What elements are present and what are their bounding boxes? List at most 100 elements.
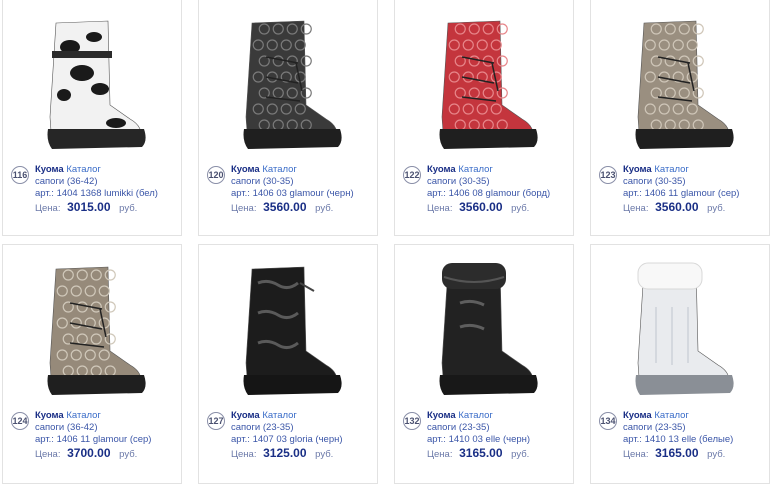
product-size: (23-35) xyxy=(458,422,490,433)
article-value: 1406 03 glamour (черн) xyxy=(252,188,354,199)
currency-label: руб. xyxy=(119,449,138,460)
product-info: 124 Куома Каталог сапоги (36-42) арт.: 1… xyxy=(11,408,181,461)
product-number-badge: 127 xyxy=(207,412,225,430)
article-value: 1407 03 gloria (черн) xyxy=(252,434,343,445)
currency-label: руб. xyxy=(707,449,726,460)
article-label: арт.: xyxy=(623,188,642,199)
product-image[interactable] xyxy=(3,0,181,157)
product-type: сапоги xyxy=(427,176,457,187)
product-size: (36-42) xyxy=(66,176,98,187)
product-card[interactable]: 134 Куома Каталог сапоги (23-35) арт.: 1… xyxy=(590,244,770,484)
product-type: сапоги xyxy=(427,422,457,433)
product-number-badge: 132 xyxy=(403,412,421,430)
currency-label: руб. xyxy=(315,449,334,460)
product-image[interactable] xyxy=(199,0,377,157)
brand-link[interactable]: Куома xyxy=(427,164,456,175)
price-label: Цена: xyxy=(35,203,61,214)
article-value: 1406 11 glamour (сер) xyxy=(56,434,152,445)
article-value: 1410 03 elle (черн) xyxy=(448,434,531,445)
brand-link[interactable]: Куома xyxy=(35,410,64,421)
catalog-link[interactable]: Каталог xyxy=(66,410,101,421)
product-card[interactable]: 127 Куома Каталог сапоги (23-35) арт.: 1… xyxy=(198,244,378,484)
catalog-link[interactable]: Каталог xyxy=(458,164,493,175)
product-image[interactable] xyxy=(591,245,769,403)
product-type: сапоги xyxy=(231,422,261,433)
product-size: (23-35) xyxy=(262,422,294,433)
product-info: 123 Куома Каталог сапоги (30-35) арт.: 1… xyxy=(599,162,769,215)
product-card[interactable]: 116 Куома Каталог сапоги (36-42) арт.: 1… xyxy=(2,0,182,236)
article-label: арт.: xyxy=(231,434,250,445)
product-image[interactable] xyxy=(395,245,573,403)
product-card[interactable]: 124 Куома Каталог сапоги (36-42) арт.: 1… xyxy=(2,244,182,484)
product-size: (30-35) xyxy=(262,176,294,187)
currency-label: руб. xyxy=(511,203,530,214)
price-value: 3560.00 xyxy=(459,200,503,214)
product-size: (36-42) xyxy=(66,422,98,433)
catalog-link[interactable]: Каталог xyxy=(654,410,689,421)
article-value: 1410 13 elle (белые) xyxy=(644,434,734,445)
product-type: сапоги xyxy=(231,176,261,187)
catalog-link[interactable]: Каталог xyxy=(262,410,297,421)
product-card[interactable]: 122 Куома Каталог сапоги (30-35) арт.: 1… xyxy=(394,0,574,236)
product-image[interactable] xyxy=(3,245,181,403)
product-number-badge: 116 xyxy=(11,166,29,184)
product-number-badge: 120 xyxy=(207,166,225,184)
brand-link[interactable]: Куома xyxy=(231,164,260,175)
catalog-link[interactable]: Каталог xyxy=(654,164,689,175)
product-info: 127 Куома Каталог сапоги (23-35) арт.: 1… xyxy=(207,408,377,461)
price-value: 3125.00 xyxy=(263,446,307,460)
article-label: арт.: xyxy=(623,434,642,445)
brand-link[interactable]: Куома xyxy=(35,164,64,175)
brand-link[interactable]: Куома xyxy=(231,410,260,421)
catalog-link[interactable]: Каталог xyxy=(458,410,493,421)
product-type: сапоги xyxy=(623,176,653,187)
price-label: Цена: xyxy=(427,449,453,460)
product-number-badge: 123 xyxy=(599,166,617,184)
product-card[interactable]: 123 Куома Каталог сапоги (30-35) арт.: 1… xyxy=(590,0,770,236)
product-number-badge: 134 xyxy=(599,412,617,430)
price-label: Цена: xyxy=(623,203,649,214)
product-info: 116 Куома Каталог сапоги (36-42) арт.: 1… xyxy=(11,162,181,215)
article-label: арт.: xyxy=(35,188,54,199)
product-card[interactable]: 132 Куома Каталог сапоги (23-35) арт.: 1… xyxy=(394,244,574,484)
product-image[interactable] xyxy=(199,245,377,403)
product-info: 132 Куома Каталог сапоги (23-35) арт.: 1… xyxy=(403,408,573,461)
product-type: сапоги xyxy=(35,176,65,187)
product-info: 134 Куома Каталог сапоги (23-35) арт.: 1… xyxy=(599,408,769,461)
price-value: 3560.00 xyxy=(263,200,307,214)
currency-label: руб. xyxy=(315,203,334,214)
price-label: Цена: xyxy=(231,203,257,214)
price-label: Цена: xyxy=(623,449,649,460)
product-image[interactable] xyxy=(591,0,769,157)
price-label: Цена: xyxy=(35,449,61,460)
brand-link[interactable]: Куома xyxy=(623,164,652,175)
catalog-link[interactable]: Каталог xyxy=(66,164,101,175)
currency-label: руб. xyxy=(119,203,138,214)
product-type: сапоги xyxy=(623,422,653,433)
price-value: 3165.00 xyxy=(655,446,699,460)
product-info: 120 Куома Каталог сапоги (30-35) арт.: 1… xyxy=(207,162,377,215)
price-value: 3165.00 xyxy=(459,446,503,460)
currency-label: руб. xyxy=(511,449,530,460)
product-card[interactable]: 120 Куома Каталог сапоги (30-35) арт.: 1… xyxy=(198,0,378,236)
article-label: арт.: xyxy=(231,188,250,199)
catalog-link[interactable]: Каталог xyxy=(262,164,297,175)
product-size: (23-35) xyxy=(654,422,686,433)
brand-link[interactable]: Куома xyxy=(623,410,652,421)
product-size: (30-35) xyxy=(458,176,490,187)
product-grid: 116 Куома Каталог сапоги (36-42) арт.: 1… xyxy=(0,0,770,484)
product-size: (30-35) xyxy=(654,176,686,187)
article-value: 1406 08 glamour (борд) xyxy=(448,188,551,199)
product-image[interactable] xyxy=(395,0,573,157)
price-label: Цена: xyxy=(231,449,257,460)
brand-link[interactable]: Куома xyxy=(427,410,456,421)
article-value: 1404 1368 lumikki (бел) xyxy=(56,188,158,199)
product-number-badge: 122 xyxy=(403,166,421,184)
currency-label: руб. xyxy=(707,203,726,214)
product-type: сапоги xyxy=(35,422,65,433)
product-info: 122 Куома Каталог сапоги (30-35) арт.: 1… xyxy=(403,162,573,215)
article-label: арт.: xyxy=(35,434,54,445)
price-value: 3560.00 xyxy=(655,200,699,214)
price-value: 3015.00 xyxy=(67,200,111,214)
article-label: арт.: xyxy=(427,188,446,199)
